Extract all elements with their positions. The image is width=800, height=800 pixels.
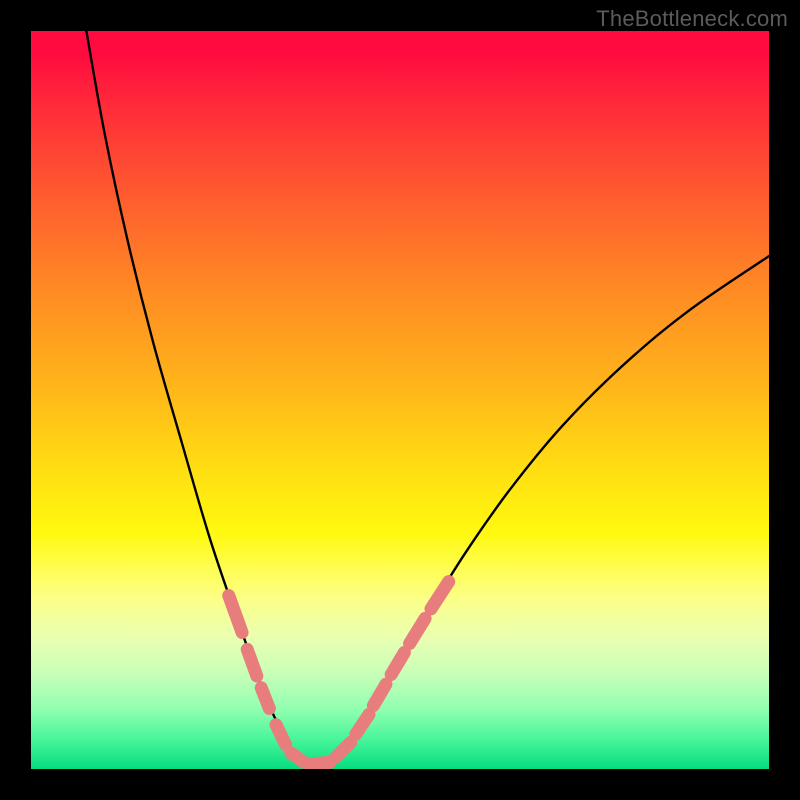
chart-frame: TheBottleneck.com [0, 0, 800, 800]
marker-pill [373, 684, 386, 705]
marker-pill [310, 762, 330, 763]
watermark-text: TheBottleneck.com [596, 6, 788, 32]
curve-path [86, 31, 769, 766]
highlight-markers [229, 582, 449, 764]
bottleneck-curve [86, 31, 769, 766]
marker-pill [356, 714, 369, 734]
marker-pill [391, 652, 404, 674]
marker-pill [261, 688, 269, 709]
marker-pill [410, 618, 426, 643]
marker-pill [291, 753, 304, 763]
curve-layer [31, 31, 769, 769]
marker-pill [247, 649, 257, 676]
marker-pill [276, 725, 286, 745]
marker-pill [336, 742, 351, 757]
marker-pill [229, 596, 242, 633]
plot-area [31, 31, 769, 769]
marker-pill [431, 582, 449, 609]
